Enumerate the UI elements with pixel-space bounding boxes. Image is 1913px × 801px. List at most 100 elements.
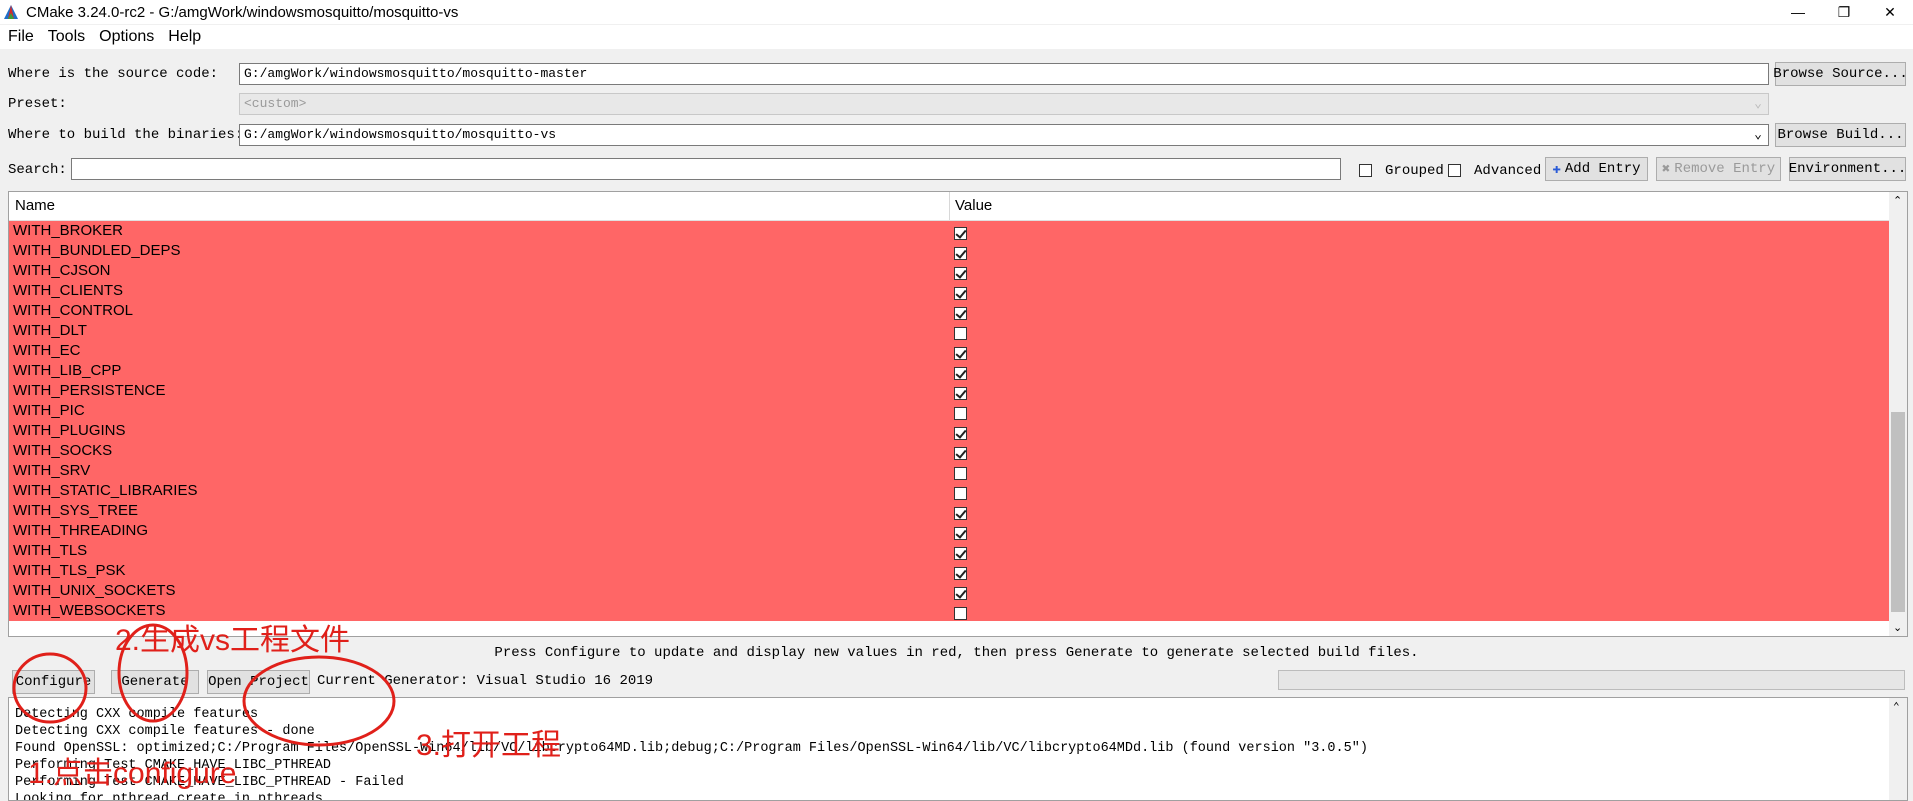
table-row[interactable]: WITH_PIC <box>9 401 1889 421</box>
remove-icon: ✖ <box>1661 161 1671 178</box>
table-scrollbar[interactable]: ⌃ ⌄ <box>1889 192 1907 636</box>
table-row[interactable]: WITH_LIB_CPP <box>9 361 1889 381</box>
value-checkbox[interactable] <box>954 486 967 500</box>
value-checkbox[interactable] <box>954 346 967 360</box>
advanced-checkbox[interactable]: Advanced <box>1448 162 1541 179</box>
remove-entry-button: ✖ Remove Entry <box>1656 157 1781 181</box>
menu-help[interactable]: Help <box>168 28 201 46</box>
cache-entry-name: WITH_TLS_PSK <box>13 562 126 579</box>
menu-options[interactable]: Options <box>99 28 154 46</box>
cache-entry-name: WITH_PIC <box>13 402 85 419</box>
chevron-down-icon: ⌄ <box>1754 96 1762 111</box>
menu-file[interactable]: File <box>8 28 34 46</box>
source-row: Where is the source code: G:/amgWork/win… <box>0 62 1913 88</box>
grouped-label: Grouped <box>1385 163 1444 179</box>
close-button[interactable]: ✕ <box>1867 0 1913 24</box>
value-checkbox[interactable] <box>954 566 967 580</box>
cache-entry-name: WITH_SRV <box>13 462 91 479</box>
environment-button[interactable]: Environment... <box>1789 157 1906 181</box>
minimize-button[interactable]: — <box>1775 0 1821 24</box>
preset-label: Preset: <box>8 96 67 112</box>
value-checkbox[interactable] <box>954 306 967 320</box>
advanced-checkbox-box[interactable] <box>1448 163 1461 177</box>
value-checkbox[interactable] <box>954 286 967 300</box>
value-checkbox[interactable] <box>954 546 967 560</box>
value-checkbox[interactable] <box>954 226 967 240</box>
value-checkbox[interactable] <box>954 526 967 540</box>
log-scrollbar[interactable]: ⌃ <box>1889 698 1907 800</box>
header-value[interactable]: Value <box>955 197 992 214</box>
table-row[interactable]: WITH_PERSISTENCE <box>9 381 1889 401</box>
value-checkbox[interactable] <box>954 246 967 260</box>
value-checkbox[interactable] <box>954 446 967 460</box>
grouped-checkbox-box[interactable] <box>1359 163 1372 177</box>
remove-entry-label: Remove Entry <box>1674 161 1776 177</box>
window-title: CMake 3.24.0-rc2 - G:/amgWork/windowsmos… <box>26 3 459 21</box>
build-label: Where to build the binaries: <box>8 127 244 143</box>
cache-entry-name: WITH_SOCKS <box>13 442 113 459</box>
table-row[interactable]: WITH_UNIX_SOCKETS <box>9 581 1889 601</box>
restore-button[interactable]: ❐ <box>1821 0 1867 24</box>
value-checkbox[interactable] <box>954 426 967 440</box>
menu-bar: File Tools Options Help <box>0 25 1913 49</box>
table-row[interactable]: WITH_BUNDLED_DEPS <box>9 241 1889 261</box>
preset-row: Preset: <custom> ⌄ <box>0 93 1913 117</box>
table-row[interactable]: WITH_EC <box>9 341 1889 361</box>
cache-entry-name: WITH_SYS_TREE <box>13 502 139 519</box>
cache-entry-name: WITH_STATIC_LIBRARIES <box>13 482 198 499</box>
value-checkbox[interactable] <box>954 366 967 380</box>
search-input[interactable] <box>71 158 1341 180</box>
source-path-input[interactable]: G:/amgWork/windowsmosquitto/mosquitto-ma… <box>239 63 1769 85</box>
table-row[interactable]: WITH_SRV <box>9 461 1889 481</box>
cache-entry-name: WITH_BUNDLED_DEPS <box>13 242 181 259</box>
output-log[interactable]: Detecting CXX compile features Detecting… <box>8 697 1908 801</box>
table-row[interactable]: WITH_SYS_TREE <box>9 501 1889 521</box>
annotation-step2: 2.生成vs工程文件 <box>115 624 351 657</box>
generate-button[interactable]: Generate <box>111 670 199 694</box>
scroll-up-icon[interactable]: ⌃ <box>1893 194 1902 207</box>
add-entry-label: Add Entry <box>1564 161 1641 177</box>
add-entry-button[interactable]: ✚ Add Entry <box>1545 157 1648 181</box>
configure-button[interactable]: Configure <box>12 670 95 694</box>
value-checkbox[interactable] <box>954 386 967 400</box>
scroll-thumb[interactable] <box>1891 412 1905 612</box>
menu-tools[interactable]: Tools <box>48 28 85 46</box>
value-checkbox[interactable] <box>954 586 967 600</box>
scroll-up-icon[interactable]: ⌃ <box>1893 700 1900 714</box>
scroll-down-icon[interactable]: ⌄ <box>1893 621 1902 634</box>
header-name[interactable]: Name <box>15 197 55 214</box>
preset-select: <custom> ⌄ <box>239 93 1769 115</box>
cmake-logo-icon <box>4 5 18 19</box>
search-row: Search: Grouped Advanced ✚ Add Entry ✖ R… <box>0 156 1913 184</box>
value-checkbox[interactable] <box>954 326 967 340</box>
open-project-button[interactable]: Open Project <box>207 670 310 694</box>
value-checkbox[interactable] <box>954 406 967 420</box>
table-row[interactable]: WITH_STATIC_LIBRARIES <box>9 481 1889 501</box>
source-label: Where is the source code: <box>8 66 219 82</box>
cache-entry-name: WITH_BROKER <box>13 222 124 239</box>
table-row[interactable]: WITH_CONTROL <box>9 301 1889 321</box>
table-row[interactable]: WITH_TLS_PSK <box>9 561 1889 581</box>
cache-entry-name: WITH_CONTROL <box>13 302 133 319</box>
value-checkbox[interactable] <box>954 506 967 520</box>
table-row[interactable]: WITH_CLIENTS <box>9 281 1889 301</box>
table-row[interactable]: WITH_BROKER <box>9 221 1889 241</box>
table-row[interactable]: WITH_THREADING <box>9 521 1889 541</box>
table-row[interactable]: WITH_CJSON <box>9 261 1889 281</box>
cache-entry-name: WITH_PERSISTENCE <box>13 382 166 399</box>
chevron-down-icon[interactable]: ⌄ <box>1754 125 1762 145</box>
build-path-value: G:/amgWork/windowsmosquitto/mosquitto-vs <box>244 127 557 142</box>
log-line: Looking for pthread_create in pthreads <box>15 792 323 801</box>
grouped-checkbox[interactable]: Grouped <box>1359 162 1444 179</box>
value-checkbox[interactable] <box>954 466 967 480</box>
value-checkbox[interactable] <box>954 266 967 280</box>
table-row[interactable]: WITH_TLS <box>9 541 1889 561</box>
table-row[interactable]: WITH_DLT <box>9 321 1889 341</box>
table-row[interactable]: WITH_PLUGINS <box>9 421 1889 441</box>
browse-build-button[interactable]: Browse Build... <box>1775 123 1906 147</box>
log-line: Found OpenSSL: optimized;C:/Program File… <box>15 741 1368 756</box>
browse-source-button[interactable]: Browse Source... <box>1773 62 1908 86</box>
build-path-combo[interactable]: G:/amgWork/windowsmosquitto/mosquitto-vs… <box>239 124 1769 146</box>
table-row[interactable]: WITH_SOCKS <box>9 441 1889 461</box>
value-checkbox[interactable] <box>954 606 967 620</box>
